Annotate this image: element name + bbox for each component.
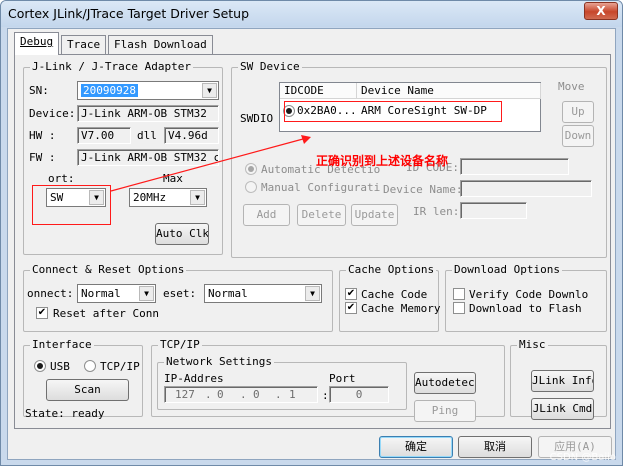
tab-debug-label: Debug	[20, 35, 54, 48]
close-button[interactable]: X	[584, 2, 618, 20]
network-settings-group: Network Settings IP-Addres 127 . 0 . 0 .…	[157, 355, 407, 410]
cache-code-label: Cache Code	[361, 288, 428, 301]
title-bar[interactable]: Cortex JLink/JTrace Target Driver Setup …	[1, 1, 622, 27]
ip-address-label: IP-Addres	[164, 372, 224, 385]
cache-options-group: Cache Options ✔ Cache Code ✔ Cache Memor…	[339, 263, 441, 332]
network-settings-legend: Network Settings	[164, 355, 274, 368]
checkmark-icon: ✔	[346, 288, 356, 299]
tab-debug[interactable]: Debug	[14, 32, 60, 55]
chevron-down-icon: ▼	[305, 286, 320, 301]
checkmark-icon: ✔	[37, 307, 47, 318]
misc-legend: Misc	[517, 338, 548, 351]
state-label: State: ready	[25, 407, 105, 420]
download-to-flash-checkbox[interactable]	[453, 302, 465, 314]
checkmark-icon: ✔	[346, 302, 356, 313]
reset-value: Normal	[208, 287, 248, 300]
interface-legend: Interface	[30, 338, 94, 351]
window-title: Cortex JLink/JTrace Target Driver Setup	[8, 6, 250, 21]
scan-button[interactable]: Scan	[46, 379, 129, 401]
tcpip-group: TCP/IP Network Settings IP-Addres 127 . …	[151, 338, 505, 422]
tab-trace-label: Trace	[67, 38, 101, 51]
watermark: CSDN @Baiio	[549, 452, 616, 463]
usb-label: USB	[50, 360, 70, 373]
download-options-legend: Download Options	[452, 263, 562, 276]
tab-flash-download-label: Flash Download	[114, 38, 207, 51]
connect-reset-group: Connect & Reset Options onnect: Normal ▼…	[23, 263, 333, 332]
download-options-group: Download Options Verify Code Downlo Down…	[445, 263, 607, 332]
reset-label: eset:	[163, 287, 197, 300]
reset-select[interactable]: Normal ▼	[204, 284, 322, 303]
dialog-client: Debug Trace Flash Download J-Link / J-Tr…	[7, 28, 616, 460]
tcpip-radio[interactable]	[84, 360, 96, 372]
reset-after-connect-checkbox[interactable]: ✔	[36, 307, 48, 319]
cache-options-legend: Cache Options	[346, 263, 437, 276]
connect-reset-legend: Connect & Reset Options	[30, 263, 187, 276]
connect-value: Normal	[81, 287, 121, 300]
cache-memory-checkbox[interactable]: ✔	[345, 302, 357, 314]
port-field[interactable]: 0	[329, 386, 389, 403]
ip-octet-3: 0	[253, 388, 260, 401]
cache-memory-label: Cache Memory	[361, 302, 441, 315]
annotation-arrow	[110, 135, 311, 192]
download-to-flash-label: Download to Flash	[469, 302, 582, 315]
close-icon: X	[596, 4, 606, 18]
ip-octet-4: 1	[289, 388, 296, 401]
ping-button[interactable]: Ping	[414, 400, 476, 422]
dialog-window: Cortex JLink/JTrace Target Driver Setup …	[0, 0, 623, 466]
chevron-down-icon: ▼	[139, 286, 154, 301]
ip-octet-1: 127	[175, 388, 195, 401]
jlink-cmd-button[interactable]: JLink Cmd	[531, 398, 594, 420]
tab-trace[interactable]: Trace	[61, 35, 107, 54]
verify-code-label: Verify Code Downlo	[469, 288, 589, 301]
cancel-button[interactable]: 取消	[458, 436, 532, 458]
misc-group: Misc JLink Info JLink Cmd	[510, 338, 607, 420]
usb-radio[interactable]	[34, 360, 46, 372]
reset-after-connect-label: Reset after Conn	[53, 307, 159, 320]
tcpip-legend: TCP/IP	[158, 338, 202, 351]
connect-label: onnect:	[27, 287, 74, 300]
ip-port-separator: :	[322, 389, 329, 402]
jlink-info-button[interactable]: JLink Info	[531, 370, 594, 392]
annotation-text: 正确识别到上述设备名称	[316, 154, 449, 168]
interface-group: Interface USB TCP/IP Scan State: ready	[23, 338, 143, 420]
autodetect-button[interactable]: Autodetect	[414, 372, 476, 394]
tab-flash-download[interactable]: Flash Download	[108, 35, 213, 54]
cache-code-checkbox[interactable]: ✔	[345, 288, 357, 300]
connect-select[interactable]: Normal ▼	[77, 284, 156, 303]
ok-button[interactable]: 确定	[379, 436, 453, 458]
ip-address-field[interactable]: 127 . 0 . 0 . 1	[164, 386, 318, 403]
verify-code-checkbox[interactable]	[453, 288, 465, 300]
tcpip-label: TCP/IP	[100, 360, 140, 373]
ip-octet-2: 0	[217, 388, 224, 401]
port-label: Port	[329, 372, 356, 385]
debug-tab-panel: J-Link / J-Trace Adapter SN: 20090928 ▼ …	[14, 54, 611, 429]
